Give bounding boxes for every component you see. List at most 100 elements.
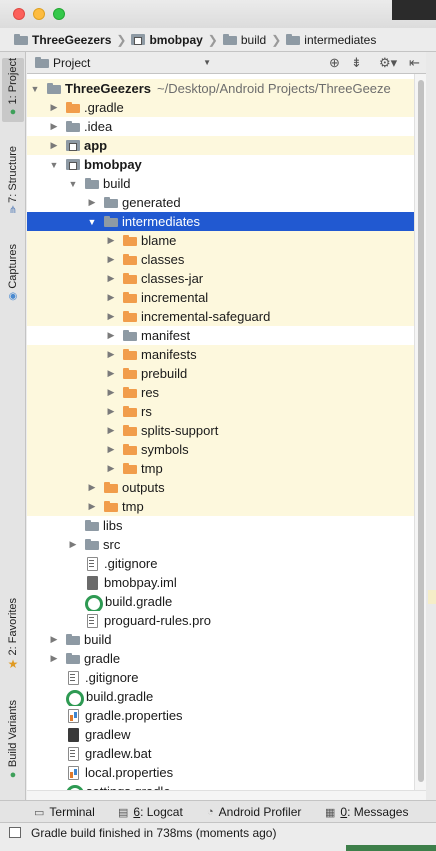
expand-closed-icon[interactable]: ▶ [86, 482, 98, 493]
tree-row[interactable]: ▶ incremental-safeguard [27, 307, 414, 326]
terminal-tool-button[interactable]: ▭ Terminal [34, 805, 95, 819]
expand-closed-icon[interactable]: ▶ [86, 501, 98, 512]
tree-row[interactable]: bmobpay.iml [27, 573, 414, 592]
horizontal-scrollbar[interactable] [27, 790, 426, 800]
tree-row[interactable]: ▶ tmp [27, 459, 414, 478]
tree-row[interactable]: ▶ manifest [27, 326, 414, 345]
expand-open-icon[interactable]: ▼ [67, 179, 79, 189]
gear-icon[interactable]: ⚙▾ [379, 55, 397, 71]
expand-closed-icon[interactable]: ▶ [48, 121, 60, 132]
project-tree: ▼ ThreeGeezers ~/Desktop/Android Projects/… [27, 74, 426, 790]
tab-captures[interactable]: Captures ◉ [2, 244, 24, 314]
collapse-icon[interactable]: ⇟ [351, 55, 362, 71]
tree-row[interactable]: ▶ .idea [27, 117, 414, 136]
tree-row[interactable]: ▶ prebuild [27, 364, 414, 383]
tree-item-label: classes-jar [141, 271, 204, 286]
expand-closed-icon[interactable]: ▶ [86, 197, 98, 208]
expand-closed-icon[interactable]: ▶ [105, 425, 117, 436]
project-view-select[interactable]: Project ▼ [31, 54, 217, 72]
expand-closed-icon[interactable]: ▶ [105, 406, 117, 417]
tree-row[interactable]: build.gradle [27, 592, 414, 611]
android-profiler-tool-button[interactable]: ◔ Android Profiler [207, 805, 301, 819]
tree-row[interactable]: ▶ gradle [27, 649, 414, 668]
tree-row[interactable]: gradlew.bat [27, 744, 414, 763]
expand-closed-icon[interactable]: ▶ [105, 311, 117, 322]
tree-row[interactable]: ▶ manifests [27, 345, 414, 364]
tree-row[interactable]: ▼ build [27, 174, 414, 193]
expand-open-icon[interactable]: ▼ [48, 160, 60, 170]
tree-item-label: .gitignore [85, 670, 139, 685]
folder-icon [47, 83, 61, 94]
expand-open-icon[interactable]: ▼ [86, 217, 98, 227]
tree-item-label: classes [141, 252, 185, 267]
tree-item-label: build.gradle [86, 689, 154, 704]
tree-row[interactable]: .gitignore [27, 668, 414, 687]
expand-closed-icon[interactable]: ▶ [105, 235, 117, 246]
tree-row[interactable]: ▶ splits-support [27, 421, 414, 440]
expand-closed-icon[interactable]: ▶ [48, 140, 60, 151]
expand-closed-icon[interactable]: ▶ [105, 444, 117, 455]
tree-item-label: outputs [122, 480, 165, 495]
expand-closed-icon[interactable]: ▶ [105, 254, 117, 265]
tree-row[interactable]: ▼ ThreeGeezers ~/Desktop/Android Projects/… [27, 79, 414, 98]
tree-row[interactable]: local.properties [27, 763, 414, 782]
tree-row[interactable]: ▶ generated [27, 193, 414, 212]
vertical-scrollbar[interactable] [414, 74, 426, 790]
hide-icon[interactable]: ⇤ [409, 55, 420, 71]
breadcrumb-item-project[interactable]: ThreeGeezers [14, 33, 111, 47]
target-icon[interactable]: ⊕ [329, 55, 340, 71]
expand-closed-icon[interactable]: ▶ [105, 368, 117, 379]
tree-row[interactable]: build.gradle [27, 687, 414, 706]
tree-row[interactable]: ▶ app [27, 136, 414, 155]
tree-row[interactable]: settings.gradle [27, 782, 414, 790]
left-tool-strip: 1: Project ● 7: Structure ⋔ Captures ◉ 2… [0, 52, 26, 800]
tree-row[interactable]: ▶ .gradle [27, 98, 414, 117]
tree-row[interactable]: ▼ intermediates [27, 212, 414, 231]
tab-project[interactable]: 1: Project ● [2, 58, 24, 122]
tab-structure[interactable]: 7: Structure ⋔ [2, 146, 24, 226]
tab-favorites[interactable]: 2: Favorites ★ [2, 598, 24, 680]
excluded-folder-icon [104, 501, 118, 512]
breadcrumb-item-module[interactable]: bmobpay [131, 33, 203, 47]
breadcrumb-item-intermediates[interactable]: intermediates [286, 33, 376, 47]
tree-row[interactable]: ▶ tmp [27, 497, 414, 516]
tab-build-variants[interactable]: Build Variants ● [2, 700, 24, 792]
tree-row[interactable]: ▶ build [27, 630, 414, 649]
tree-row[interactable]: ▶ blame [27, 231, 414, 250]
expand-closed-icon[interactable]: ▶ [67, 539, 79, 550]
tree-row[interactable]: ▶ classes [27, 250, 414, 269]
tree-item-label: res [141, 385, 160, 400]
tree-row[interactable]: ▼ bmobpay [27, 155, 414, 174]
close-window-button[interactable] [13, 8, 25, 20]
tree-row[interactable]: ▶ res [27, 383, 414, 402]
tree-row[interactable]: ▶ src [27, 535, 414, 554]
expand-closed-icon[interactable]: ▶ [105, 349, 117, 360]
expand-closed-icon[interactable]: ▶ [105, 463, 117, 474]
tree-row[interactable]: ▶ rs [27, 402, 414, 421]
tree-row[interactable]: ▶ symbols [27, 440, 414, 459]
messages-tool-button[interactable]: ▦ 0: Messages [325, 805, 408, 819]
scrollbar-thumb[interactable] [418, 80, 424, 782]
tool-window-bar: ▭ Terminal ▤ 6: Logcat ◔ Android Profile… [0, 800, 436, 822]
expand-closed-icon[interactable]: ▶ [48, 102, 60, 113]
tool-windows-toggle-icon[interactable] [9, 827, 21, 838]
expand-closed-icon[interactable]: ▶ [105, 330, 117, 341]
breadcrumb-item-build[interactable]: build [222, 33, 266, 47]
logcat-tool-button[interactable]: ▤ 6: Logcat [118, 805, 183, 819]
tree-row[interactable]: libs [27, 516, 414, 535]
expand-closed-icon[interactable]: ▶ [105, 387, 117, 398]
expand-open-icon[interactable]: ▼ [29, 84, 41, 94]
tree-row[interactable]: ▶ outputs [27, 478, 414, 497]
tree-row[interactable]: .gitignore [27, 554, 414, 573]
tree-row[interactable]: proguard-rules.pro [27, 611, 414, 630]
tree-row[interactable]: gradlew [27, 725, 414, 744]
tree-row[interactable]: ▶ classes-jar [27, 269, 414, 288]
minimize-window-button[interactable] [33, 8, 45, 20]
maximize-window-button[interactable] [53, 8, 65, 20]
tree-row[interactable]: ▶ incremental [27, 288, 414, 307]
expand-closed-icon[interactable]: ▶ [105, 273, 117, 284]
expand-closed-icon[interactable]: ▶ [105, 292, 117, 303]
expand-closed-icon[interactable]: ▶ [48, 634, 60, 645]
tree-row[interactable]: gradle.properties [27, 706, 414, 725]
expand-closed-icon[interactable]: ▶ [48, 653, 60, 664]
